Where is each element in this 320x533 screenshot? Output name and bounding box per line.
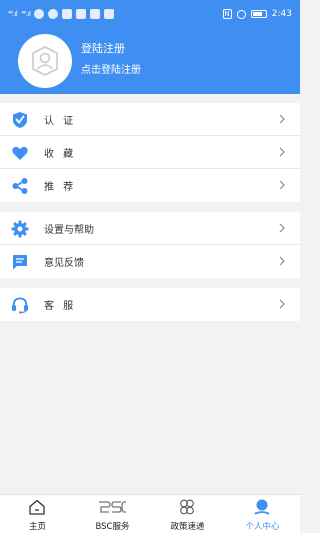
signal-indicator-2: ⁴⁶.ıl bbox=[21, 10, 31, 18]
home-icon bbox=[29, 499, 45, 515]
status-bar: ⁴⁶.ıl ⁴⁶.ıl N 2:43 bbox=[0, 0, 300, 28]
nfc-icon: N bbox=[222, 9, 232, 19]
tab-label-home: 主页 bbox=[28, 522, 46, 532]
battery-icon bbox=[250, 10, 267, 18]
policy-icon bbox=[180, 499, 194, 515]
chevron-right-icon bbox=[279, 147, 285, 157]
image-icon bbox=[90, 9, 101, 19]
wifi-icon bbox=[34, 9, 45, 19]
menu-item-settings-help[interactable]: 设置与帮助 bbox=[0, 212, 300, 245]
menu-label-certification: 认 证 bbox=[44, 115, 77, 127]
menu-label-recommend: 推 荐 bbox=[44, 182, 77, 193]
menu-item-recommend[interactable]: 推 荐 bbox=[0, 169, 300, 202]
menu-label-feedback: 意见反馈 bbox=[44, 258, 84, 269]
status-time: 2:43 bbox=[271, 9, 292, 19]
qq-icon bbox=[48, 9, 59, 19]
menu-item-favorites[interactable]: 收 藏 bbox=[0, 136, 300, 169]
share-icon bbox=[11, 177, 29, 195]
menu-label-settings-help: 设置与帮助 bbox=[44, 224, 94, 236]
menu-item-feedback[interactable]: 意见反馈 bbox=[0, 245, 300, 278]
message-icon bbox=[11, 253, 29, 271]
avatar[interactable] bbox=[18, 34, 72, 88]
login-register-title[interactable]: 登陆注册 bbox=[81, 40, 125, 56]
shield-check-icon bbox=[11, 111, 29, 129]
app-notification-icon bbox=[62, 9, 73, 19]
chevron-right-icon bbox=[279, 256, 285, 266]
login-register-hint[interactable]: 点击登陆注册 bbox=[81, 61, 141, 76]
user-avatar-icon bbox=[32, 46, 58, 76]
profile-header[interactable]: 登陆注册 点击登陆注册 bbox=[0, 28, 300, 94]
tab-label-policy-express: 政策速递 bbox=[170, 522, 205, 532]
signal-indicator-1: ⁴⁶.ıl bbox=[8, 10, 18, 18]
chevron-right-icon bbox=[279, 114, 285, 124]
tab-home[interactable]: 主页 bbox=[0, 495, 75, 533]
bsc-logo-icon bbox=[99, 501, 126, 513]
menu-label-customer-service: 客 服 bbox=[44, 301, 77, 312]
tab-personal-center[interactable]: 个人中心 bbox=[225, 495, 300, 533]
menu-item-certification[interactable]: 认 证 bbox=[0, 103, 300, 136]
weibo-icon bbox=[76, 9, 87, 19]
tab-label-bsc-service: BSC服务 bbox=[95, 522, 130, 532]
menu-label-favorites: 收 藏 bbox=[44, 148, 77, 160]
tab-bsc-service[interactable]: BSC服务 bbox=[75, 495, 150, 533]
alarm-icon bbox=[236, 9, 246, 19]
play-icon bbox=[104, 9, 115, 19]
chevron-right-icon bbox=[279, 180, 285, 190]
tab-policy-express[interactable]: 政策速递 bbox=[150, 495, 225, 533]
bottom-tab-bar: 主页 BSC服务 政策速递 个人中心 bbox=[0, 494, 300, 533]
heart-icon bbox=[11, 144, 29, 162]
menu-item-customer-service[interactable]: 客 服 bbox=[0, 288, 300, 321]
headset-icon bbox=[11, 296, 29, 314]
user-icon bbox=[254, 499, 270, 515]
gear-icon bbox=[11, 220, 29, 238]
chevron-right-icon bbox=[279, 299, 285, 309]
chevron-right-icon bbox=[279, 223, 285, 233]
tab-label-personal-center: 个人中心 bbox=[245, 522, 280, 532]
